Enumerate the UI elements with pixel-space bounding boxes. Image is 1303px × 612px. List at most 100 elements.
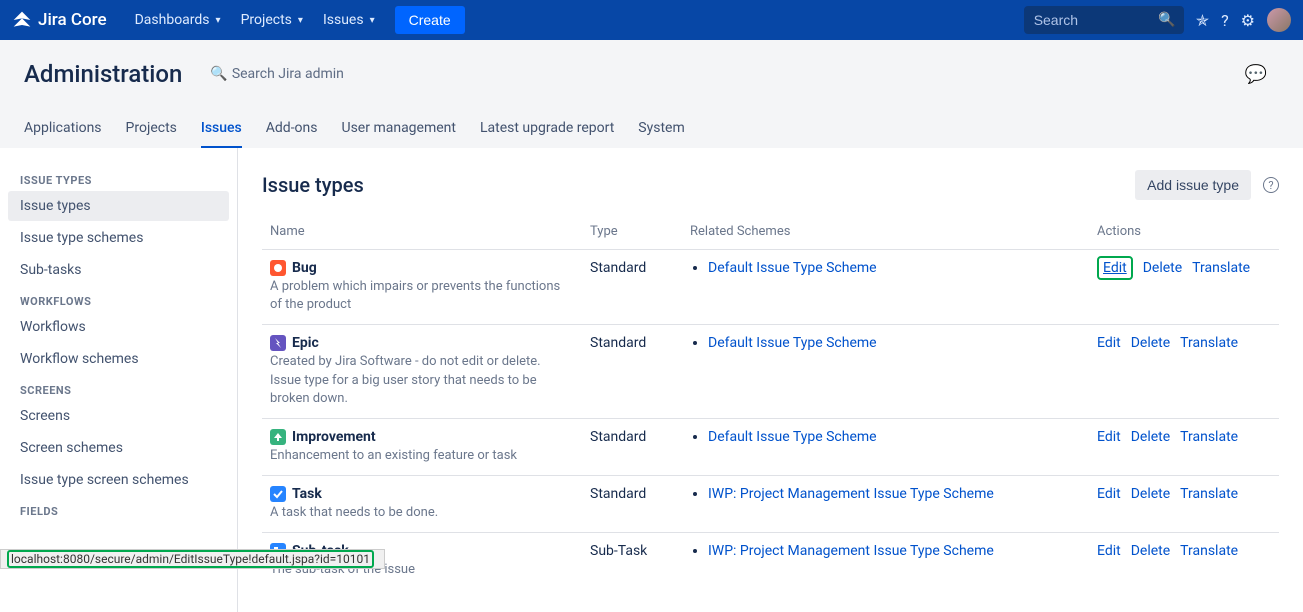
search-icon: 🔍 — [210, 66, 227, 82]
edit-link[interactable]: Edit — [1097, 486, 1121, 502]
task-icon — [270, 486, 286, 502]
translate-link[interactable]: Translate — [1180, 543, 1238, 559]
table-row: Task A task that needs to be done. Standa… — [262, 476, 1279, 533]
scheme-link[interactable]: Default Issue Type Scheme — [708, 335, 877, 351]
table-row: Sub-task The sub-task of the issueSub-Ta… — [262, 533, 1279, 590]
status-url: localhost:8080/secure/admin/EditIssueTyp… — [7, 550, 374, 568]
delete-link[interactable]: Delete — [1131, 486, 1170, 502]
issue-type-name: Task — [270, 486, 574, 502]
issue-type-desc: A problem which impairs or prevents the … — [270, 278, 574, 314]
col-type: Type — [582, 216, 682, 250]
sidebar-item-workflow-schemes[interactable]: Workflow schemes — [8, 344, 229, 374]
translate-link[interactable]: Translate — [1180, 486, 1238, 502]
add-issue-type-button[interactable]: Add issue type — [1135, 170, 1251, 200]
col-schemes: Related Schemes — [682, 216, 1089, 250]
issue-type-type: Standard — [582, 325, 682, 419]
delete-link[interactable]: Delete — [1131, 543, 1170, 559]
bug-icon — [270, 260, 286, 276]
edit-link[interactable]: Edit — [1097, 335, 1121, 351]
sidebar-item-screens[interactable]: Screens — [8, 401, 229, 431]
admin-header: Administration 🔍 Search Jira admin 💬 App… — [0, 40, 1303, 148]
tab-projects[interactable]: Projects — [126, 112, 177, 148]
admin-tabs: Applications Projects Issues Add-ons User ma… — [24, 112, 1279, 148]
main-content: Issue types Add issue type ? Name Type R… — [238, 148, 1303, 612]
table-row: Bug A problem which impairs or prevents … — [262, 250, 1279, 325]
help-icon[interactable]: ? — [1263, 177, 1279, 193]
main-title: Issue types — [262, 173, 364, 197]
nav-issues[interactable]: Issues▾ — [315, 6, 383, 34]
topnav-right: 🔍 ✯ ? ⚙ — [1024, 6, 1291, 34]
issue-type-name: Bug — [270, 260, 574, 276]
scheme-link[interactable]: Default Issue Type Scheme — [708, 429, 877, 445]
tab-latest-upgrade-report[interactable]: Latest upgrade report — [480, 112, 614, 148]
sidebar-item-issue-type-screen-schemes[interactable]: Issue type screen schemes — [8, 465, 229, 495]
product-name: Jira Core — [38, 10, 107, 30]
issue-type-name: Epic — [270, 335, 574, 351]
search-icon: 🔍 — [1158, 12, 1175, 28]
translate-link[interactable]: Translate — [1180, 429, 1238, 445]
feedback-icon[interactable]: 💬 — [1245, 64, 1267, 85]
admin-search-placeholder: Search Jira admin — [232, 66, 344, 82]
settings-icon[interactable]: ⚙ — [1241, 11, 1255, 30]
issue-type-type: Standard — [582, 418, 682, 475]
delete-link[interactable]: Delete — [1143, 260, 1182, 276]
chevron-down-icon: ▾ — [216, 15, 221, 26]
chevron-down-icon: ▾ — [298, 15, 303, 26]
delete-link[interactable]: Delete — [1131, 335, 1170, 351]
issue-type-desc: Enhancement to an existing feature or ta… — [270, 447, 574, 465]
topnav-items: Dashboards▾ Projects▾ Issues▾ Create — [127, 6, 465, 34]
issue-type-type: Standard — [582, 250, 682, 325]
scheme-link[interactable]: IWP: Project Management Issue Type Schem… — [708, 543, 994, 559]
col-actions: Actions — [1089, 216, 1279, 250]
issue-type-type: Sub-Task — [582, 533, 682, 590]
sidebar-section-title: FIELDS — [8, 497, 229, 522]
sidebar: ISSUE TYPESIssue typesIssue type schemes… — [0, 148, 238, 612]
browser-status-bar: localhost:8080/secure/admin/EditIssueTyp… — [0, 549, 385, 569]
translate-link[interactable]: Translate — [1192, 260, 1250, 276]
global-search-wrap: 🔍 — [1024, 6, 1184, 34]
issue-types-table: Name Type Related Schemes Actions Bug A … — [262, 216, 1279, 590]
nav-projects[interactable]: Projects▾ — [233, 6, 311, 34]
table-row: Epic Created by Jira Software - do not e… — [262, 325, 1279, 419]
tab-issues[interactable]: Issues — [201, 112, 242, 148]
sidebar-section-title: WORKFLOWS — [8, 287, 229, 312]
scheme-link[interactable]: IWP: Project Management Issue Type Schem… — [708, 486, 994, 502]
page-title: Administration — [24, 60, 182, 88]
edit-link[interactable]: Edit — [1097, 429, 1121, 445]
epic-icon — [270, 335, 286, 351]
table-row: Improvement Enhancement to an existing f… — [262, 418, 1279, 475]
col-name: Name — [262, 216, 582, 250]
body: ISSUE TYPESIssue typesIssue type schemes… — [0, 148, 1303, 612]
issue-type-name: Improvement — [270, 429, 574, 445]
sidebar-section-title: SCREENS — [8, 376, 229, 401]
edit-link[interactable]: Edit — [1097, 543, 1121, 559]
issue-type-desc: A task that needs to be done. — [270, 504, 574, 522]
jira-icon — [12, 10, 32, 30]
tab-user-management[interactable]: User management — [342, 112, 456, 148]
sidebar-item-workflows[interactable]: Workflows — [8, 312, 229, 342]
tab-system[interactable]: System — [638, 112, 684, 148]
sidebar-item-screen-schemes[interactable]: Screen schemes — [8, 433, 229, 463]
issue-type-desc: Created by Jira Software - do not edit o… — [270, 353, 574, 408]
avatar[interactable] — [1267, 8, 1291, 32]
nav-dashboards[interactable]: Dashboards▾ — [127, 6, 229, 34]
sidebar-section-title: ISSUE TYPES — [8, 166, 229, 191]
translate-link[interactable]: Translate — [1180, 335, 1238, 351]
sidebar-item-sub-tasks[interactable]: Sub-tasks — [8, 255, 229, 285]
delete-link[interactable]: Delete — [1131, 429, 1170, 445]
megaphone-icon[interactable]: ✯ — [1196, 11, 1209, 30]
sidebar-item-issue-types[interactable]: Issue types — [8, 191, 229, 221]
admin-search[interactable]: 🔍 Search Jira admin — [210, 66, 344, 82]
sidebar-item-issue-type-schemes[interactable]: Issue type schemes — [8, 223, 229, 253]
product-logo[interactable]: Jira Core — [12, 10, 107, 30]
scheme-link[interactable]: Default Issue Type Scheme — [708, 260, 877, 276]
edit-link[interactable]: Edit — [1097, 256, 1133, 280]
chevron-down-icon: ▾ — [370, 15, 375, 26]
tab-applications[interactable]: Applications — [24, 112, 102, 148]
issue-type-type: Standard — [582, 476, 682, 533]
help-icon[interactable]: ? — [1221, 11, 1229, 30]
create-button[interactable]: Create — [395, 6, 465, 34]
top-nav: Jira Core Dashboards▾ Projects▾ Issues▾ … — [0, 0, 1303, 40]
improvement-icon — [270, 429, 286, 445]
tab-add-ons[interactable]: Add-ons — [266, 112, 318, 148]
